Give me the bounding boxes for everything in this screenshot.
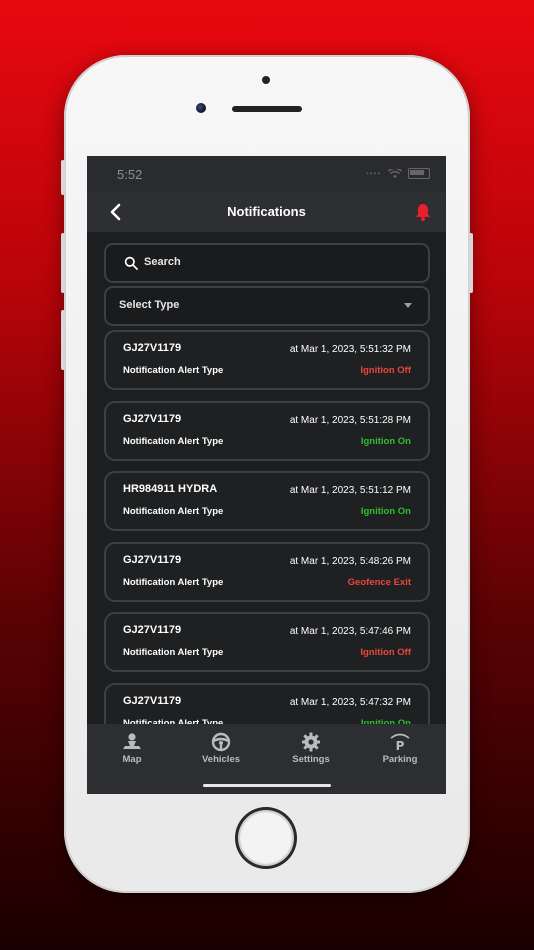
vehicle-number: GJ27V1179 xyxy=(123,342,182,354)
home-button[interactable] xyxy=(235,807,297,869)
tab-vehicles-label: Vehicles xyxy=(201,754,241,765)
alert-status: Geofence Exit xyxy=(347,576,411,588)
power-button xyxy=(469,233,473,293)
alert-type-label: Notification Alert Type xyxy=(123,506,224,517)
front-sensor xyxy=(262,76,270,84)
alert-type-label: Notification Alert Type xyxy=(123,365,224,376)
page-title: Notifications xyxy=(227,204,306,219)
notification-card[interactable]: GJ27V1179 at Mar 1, 2023, 5:47:46 PM Not… xyxy=(104,612,430,672)
notification-card[interactable]: GJ27V1179 at Mar 1, 2023, 5:51:28 PM Not… xyxy=(104,400,430,461)
tab-parking-label: Parking xyxy=(382,754,418,765)
volume-up-button xyxy=(61,233,65,293)
silent-switch xyxy=(61,160,65,195)
app-screen: 5:52 •••• Notifications Search Select Ty… xyxy=(87,156,446,794)
navigation-bar: Notifications xyxy=(87,192,446,232)
notification-timestamp: at Mar 1, 2023, 5:47:32 PM xyxy=(289,696,411,708)
status-icons: •••• xyxy=(366,168,430,179)
tab-settings[interactable]: Settings xyxy=(276,732,346,772)
wifi-icon xyxy=(388,168,402,178)
notification-timestamp: at Mar 1, 2023, 5:51:28 PM xyxy=(289,414,411,426)
notification-card[interactable]: GJ27V1179 at Mar 1, 2023, 5:48:26 PM Not… xyxy=(104,541,430,602)
notification-timestamp: at Mar 1, 2023, 5:51:32 PM xyxy=(289,344,411,355)
tab-map[interactable]: Map xyxy=(97,732,167,772)
front-camera xyxy=(196,103,206,113)
gear-icon xyxy=(302,732,320,752)
tab-map-label: Map xyxy=(122,754,142,765)
alert-status: Ignition On xyxy=(360,506,411,517)
chevron-down-icon xyxy=(404,303,412,308)
tab-vehicles[interactable]: Vehicles xyxy=(186,732,256,772)
notifications-content: Search Select Type GJ27V1179 at Mar 1, 2… xyxy=(87,232,446,743)
search-placeholder: Search xyxy=(144,256,181,268)
search-input[interactable]: Search xyxy=(104,243,430,283)
signal-icon: •••• xyxy=(366,168,382,178)
status-bar: 5:52 •••• xyxy=(87,156,446,192)
notification-timestamp: at Mar 1, 2023, 5:51:12 PM xyxy=(289,485,411,496)
notification-timestamp: at Mar 1, 2023, 5:47:46 PM xyxy=(289,626,411,637)
search-icon xyxy=(124,256,138,270)
alert-type-label: Notification Alert Type xyxy=(123,647,224,658)
map-pin-person-icon xyxy=(123,733,141,749)
status-time: 5:52 xyxy=(117,167,143,182)
tab-parking[interactable]: P Parking xyxy=(365,732,435,772)
type-select-dropdown[interactable]: Select Type xyxy=(104,286,430,326)
vehicle-number: GJ27V1179 xyxy=(123,694,182,707)
vehicle-number: GJ27V1179 xyxy=(123,624,182,636)
notification-card[interactable]: GJ27V1179 at Mar 1, 2023, 5:51:32 PM Not… xyxy=(104,330,430,390)
alert-type-label: Notification Alert Type xyxy=(123,576,224,588)
earpiece-speaker xyxy=(232,106,302,112)
battery-icon xyxy=(408,168,430,179)
home-indicator[interactable] xyxy=(203,784,331,787)
alert-status: Ignition On xyxy=(360,435,411,447)
notification-card[interactable]: HR984911 HYDRA at Mar 1, 2023, 5:51:12 P… xyxy=(104,471,430,531)
vehicle-number: GJ27V1179 xyxy=(123,412,182,425)
parking-icon: P xyxy=(390,733,410,752)
vehicle-number: HR984911 HYDRA xyxy=(123,483,218,495)
tab-settings-label: Settings xyxy=(292,754,330,765)
volume-down-button xyxy=(61,310,65,370)
alert-status: Ignition Off xyxy=(360,365,411,376)
svg-text:P: P xyxy=(396,739,405,752)
alert-type-label: Notification Alert Type xyxy=(123,435,224,447)
vehicle-number: GJ27V1179 xyxy=(123,553,182,566)
steering-wheel-icon xyxy=(211,732,231,752)
notification-timestamp: at Mar 1, 2023, 5:48:26 PM xyxy=(289,555,411,567)
notification-list: GJ27V1179 at Mar 1, 2023, 5:51:32 PM Not… xyxy=(104,330,430,753)
bell-icon[interactable] xyxy=(414,202,432,222)
type-select-value: Select Type xyxy=(119,299,180,311)
alert-status: Ignition Off xyxy=(360,647,411,658)
